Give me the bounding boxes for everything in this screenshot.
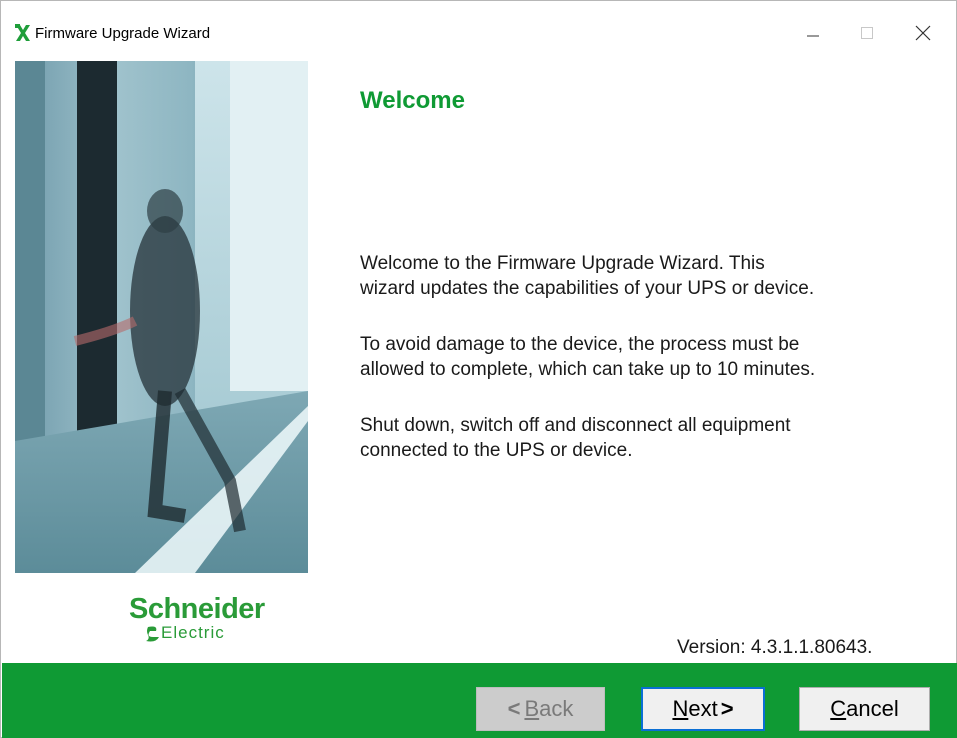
shutdown-line-1: Shut down, switch off and disconnect all… [360, 415, 791, 436]
warning-paragraph: To avoid damage to the device, the proce… [360, 332, 940, 382]
back-mnemonic: B [524, 696, 540, 721]
next-button[interactable]: Next > [641, 687, 765, 731]
warning-line-2: allowed to complete, which can take up t… [360, 359, 816, 380]
version-label: Version: 4.3.1.1.80643. [677, 637, 873, 658]
close-button[interactable] [900, 15, 946, 51]
wizard-side-image [15, 61, 308, 573]
page-title: Welcome [360, 87, 465, 114]
wizard-window: Firmware Upgrade Wizard Schneider Electr… [0, 0, 957, 738]
logo-wordmark-top: Schneider [129, 593, 265, 625]
title-bar[interactable]: Firmware Upgrade Wizard [1, 1, 956, 61]
maximize-icon [861, 27, 873, 39]
maximize-button[interactable] [844, 15, 890, 51]
minimize-button[interactable] [790, 15, 836, 51]
intro-line-2: wizard updates the capabilities of your … [360, 278, 815, 299]
next-label: ext [688, 696, 718, 721]
logo-mark-icon [144, 625, 162, 643]
cancel-button[interactable]: Cancel [799, 687, 930, 731]
cancel-label: ancel [846, 696, 899, 721]
intro-line-1: Welcome to the Firmware Upgrade Wizard. … [360, 253, 765, 274]
window-title: Firmware Upgrade Wizard [35, 25, 211, 42]
shutdown-line-2: connected to the UPS or device. [360, 440, 633, 461]
next-arrow-icon: > [720, 696, 734, 721]
back-button[interactable]: < Back [476, 687, 605, 731]
close-icon [915, 25, 931, 41]
cancel-mnemonic: C [830, 696, 847, 721]
shutdown-paragraph: Shut down, switch off and disconnect all… [360, 413, 940, 463]
warning-line-1: To avoid damage to the device, the proce… [360, 334, 800, 355]
back-label: ack [539, 696, 574, 721]
logo-wordmark-bottom: Electric [161, 623, 225, 642]
intro-paragraph: Welcome to the Firmware Upgrade Wizard. … [360, 251, 940, 301]
back-arrow-icon: < [507, 696, 521, 721]
next-mnemonic: N [672, 696, 689, 721]
tools-icon [13, 23, 33, 43]
schneider-electric-logo: Schneider Electric [129, 593, 309, 643]
minimize-icon [807, 35, 819, 37]
